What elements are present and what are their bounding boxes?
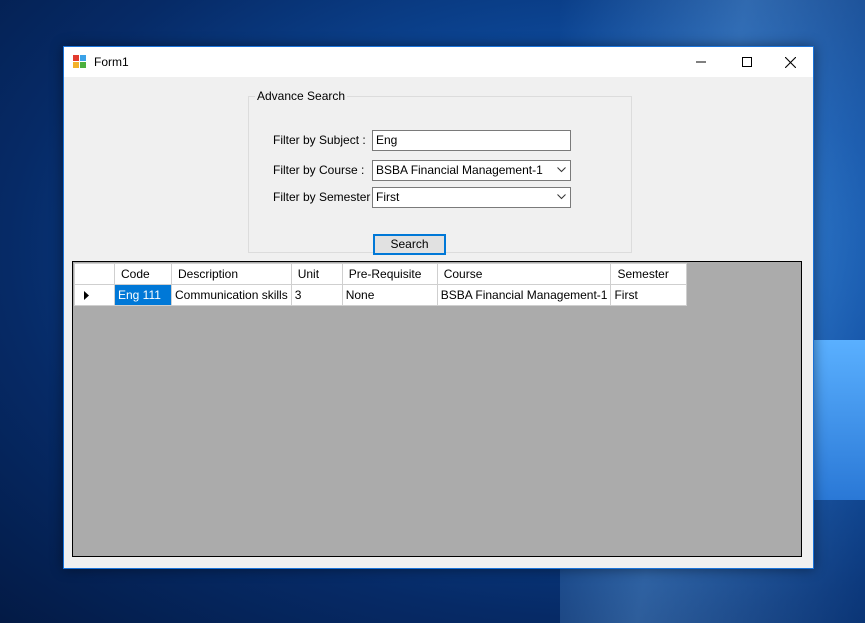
maximize-button[interactable] <box>724 47 770 77</box>
subject-filter-label: Filter by Subject : <box>273 133 366 147</box>
semester-filter-value: First <box>376 190 400 204</box>
column-header-unit[interactable]: Unit <box>290 263 343 285</box>
chevron-down-icon <box>557 167 566 173</box>
form-client-area: Advance Search Filter by Subject : Eng F… <box>64 77 813 568</box>
desktop-windows-logo <box>805 340 865 500</box>
table-header-row: Code Description Unit Pre-Requisite Cour… <box>74 263 688 285</box>
cell-code[interactable]: Eng 111 <box>114 284 172 306</box>
course-filter-combobox[interactable]: BSBA Financial Management-1 <box>372 160 571 181</box>
row-pointer-icon <box>84 290 89 300</box>
minimize-button[interactable] <box>678 47 724 77</box>
subject-filter-input[interactable]: Eng <box>372 130 571 151</box>
search-button[interactable]: Search <box>373 234 446 255</box>
title-bar[interactable]: Form1 <box>64 47 813 77</box>
table-row[interactable]: Eng 111 Communication skills 3 None BSBA… <box>74 284 688 306</box>
column-header-prerequisite[interactable]: Pre-Requisite <box>341 263 438 285</box>
row-header[interactable] <box>74 284 115 306</box>
column-header-code[interactable]: Code <box>114 263 172 285</box>
close-button[interactable] <box>767 47 813 77</box>
results-datagrid[interactable]: Code Description Unit Pre-Requisite Cour… <box>72 261 802 557</box>
course-filter-label: Filter by Course : <box>273 163 365 177</box>
window-title: Form1 <box>94 55 129 69</box>
cell-unit[interactable]: 3 <box>290 284 343 306</box>
maximize-icon <box>742 57 752 67</box>
cell-semester[interactable]: First <box>610 284 688 306</box>
row-header-corner[interactable] <box>74 263 115 285</box>
column-header-course[interactable]: Course <box>436 263 612 285</box>
advance-search-groupbox: Advance Search Filter by Subject : Eng F… <box>248 89 632 255</box>
course-filter-value: BSBA Financial Management-1 <box>376 163 543 177</box>
chevron-down-icon <box>557 194 566 200</box>
cell-course[interactable]: BSBA Financial Management-1 <box>436 284 612 306</box>
column-header-semester[interactable]: Semester <box>610 263 688 285</box>
app-icon <box>73 55 89 69</box>
groupbox-title: Advance Search <box>255 89 348 103</box>
form-window: Form1 Advance Search Filter by Subject :… <box>63 46 814 569</box>
cell-description[interactable]: Communication skills <box>171 284 292 306</box>
semester-filter-label: Filter by Semester : <box>273 190 378 204</box>
column-header-description[interactable]: Description <box>171 263 292 285</box>
results-table: Code Description Unit Pre-Requisite Cour… <box>74 263 688 306</box>
cell-prerequisite[interactable]: None <box>341 284 438 306</box>
close-icon <box>784 56 796 68</box>
semester-filter-combobox[interactable]: First <box>372 187 571 208</box>
minimize-icon <box>696 61 706 63</box>
